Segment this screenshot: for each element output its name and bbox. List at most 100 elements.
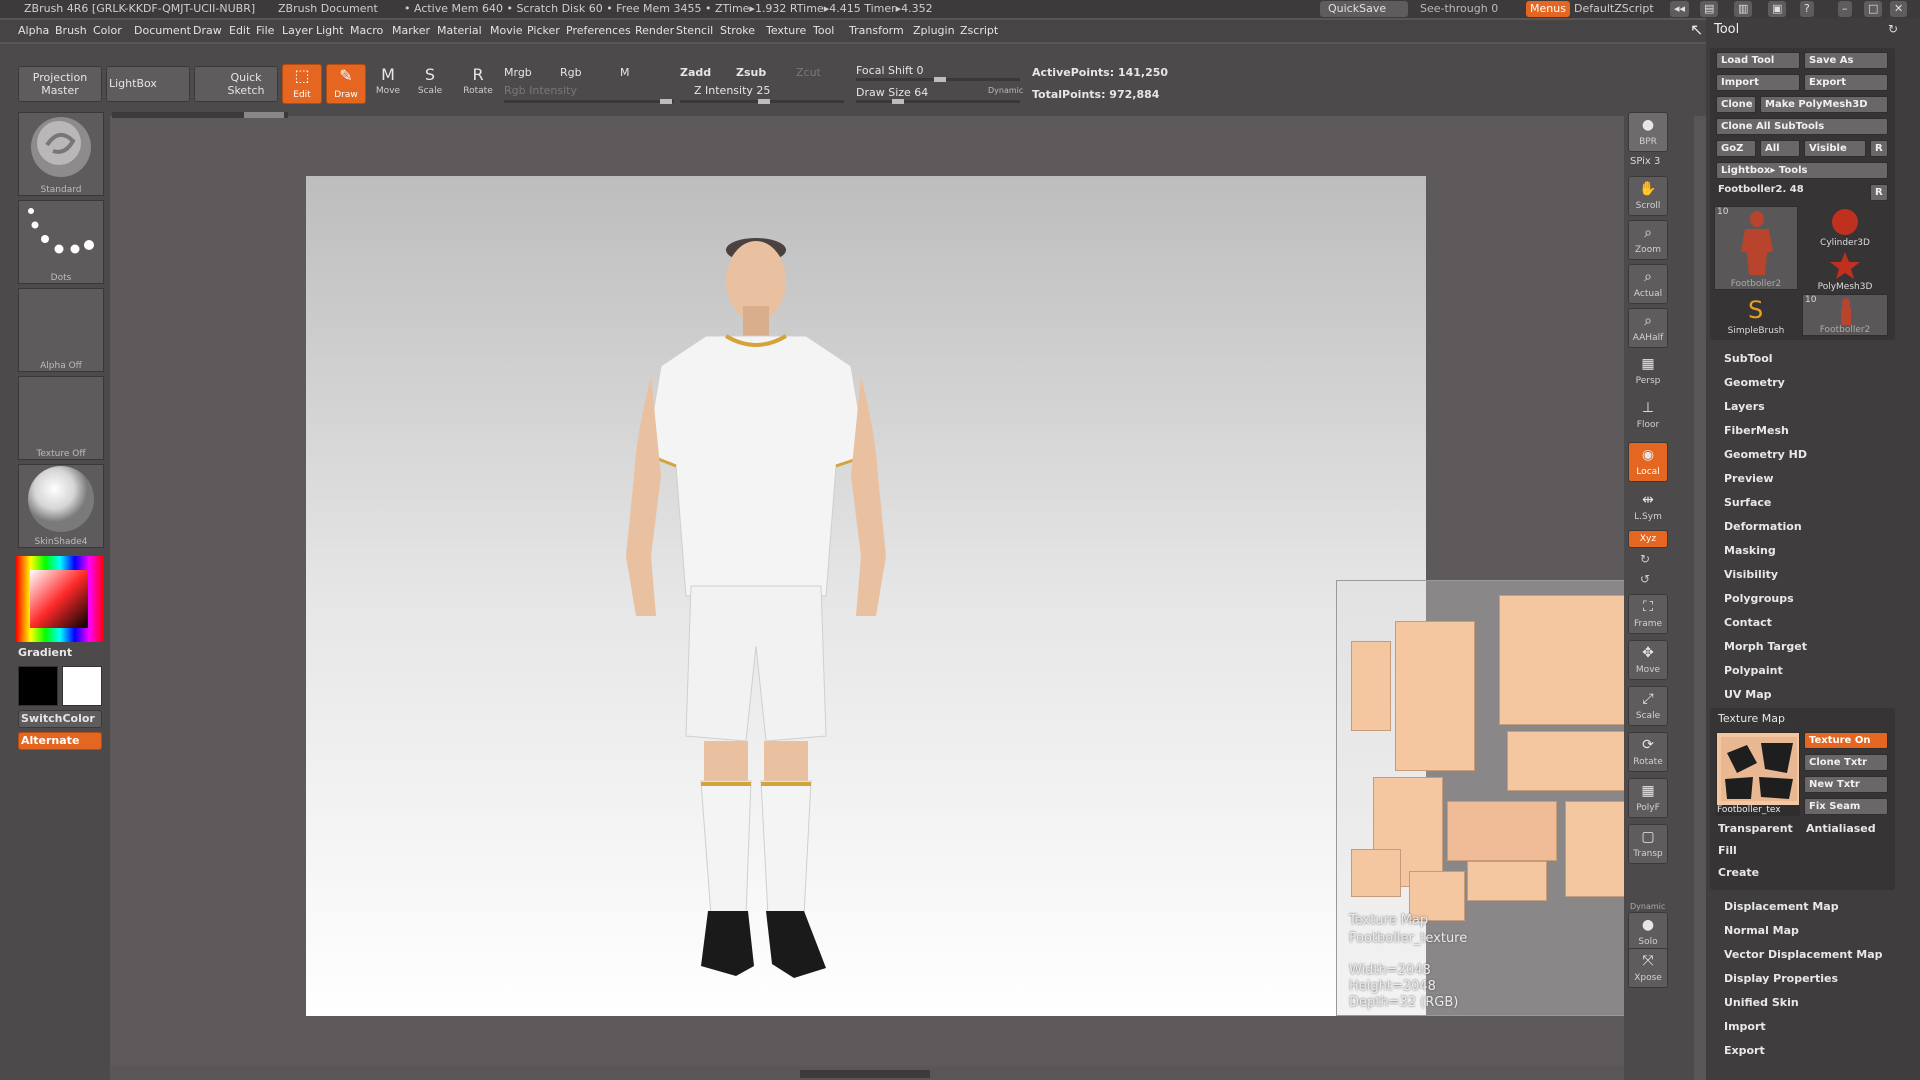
menu-transform[interactable]: Transform	[849, 20, 904, 42]
secondary-color-swatch[interactable]	[62, 666, 102, 706]
actual-button[interactable]: ⌕ Actual	[1628, 264, 1668, 304]
alpha-thumbnail[interactable]: Alpha Off	[18, 288, 104, 372]
local-button[interactable]: ◉ Local	[1628, 442, 1668, 482]
layout-icon[interactable]: ◂◂	[1670, 1, 1690, 17]
lightbox-button[interactable]: LightBox	[106, 66, 190, 102]
quicksave-button[interactable]: QuickSave	[1320, 1, 1408, 17]
export-tool-button[interactable]: Export	[1804, 74, 1888, 91]
polygroups-menu[interactable]: Polygroups	[1724, 592, 1794, 605]
texture-on-button[interactable]: Texture On	[1804, 732, 1888, 749]
persp-button[interactable]: ▦ Persp	[1628, 352, 1668, 392]
clone-button[interactable]: Clone	[1716, 96, 1756, 113]
import-menu[interactable]: Import	[1724, 1020, 1766, 1033]
rotate-button[interactable]: R Rotate	[458, 64, 498, 108]
fix-seam-button[interactable]: Fix Seam	[1804, 798, 1888, 815]
save-as-button[interactable]: Save As	[1804, 52, 1888, 69]
menu-brush[interactable]: Brush	[55, 20, 87, 42]
lsym-button[interactable]: ⇹ L.Sym	[1628, 488, 1668, 528]
frame-button[interactable]: ⛶ Frame	[1628, 594, 1668, 634]
clone-all-subtools-button[interactable]: Clone All SubTools	[1716, 118, 1888, 135]
menu-texture[interactable]: Texture	[766, 20, 806, 42]
zsub-button[interactable]: Zsub	[736, 66, 766, 79]
menu-draw[interactable]: Draw	[193, 20, 222, 42]
lightbox-tools-button[interactable]: Lightbox▸ Tools	[1716, 162, 1888, 179]
see-through-slider[interactable]: See-through 0	[1420, 0, 1498, 18]
horizontal-scrollbar[interactable]	[112, 112, 288, 118]
menu-light[interactable]: Light	[316, 20, 343, 42]
spix-slider[interactable]: SPix 3	[1630, 156, 1660, 167]
gradient-label[interactable]: Gradient	[18, 646, 72, 659]
tool-palette-title[interactable]: Tool	[1714, 22, 1739, 37]
rgb-intensity-slider[interactable]: Rgb Intensity	[504, 84, 577, 97]
rgb-button[interactable]: Rgb	[560, 66, 582, 79]
projection-master-button[interactable]: Projection Master	[18, 66, 102, 102]
dynamic-toggle[interactable]: Dynamic	[988, 86, 1023, 95]
menu-stencil[interactable]: Stencil	[676, 20, 713, 42]
menu-tool[interactable]: Tool	[813, 20, 834, 42]
draw-size-slider[interactable]: Draw Size 64	[856, 86, 928, 99]
material-thumbnail[interactable]: SkinShade4	[18, 464, 104, 548]
goz-visible-button[interactable]: Visible	[1804, 140, 1866, 157]
rotate-z-icon[interactable]: ↺	[1640, 572, 1650, 586]
scale-button[interactable]: S Scale	[410, 64, 450, 108]
menu-macro[interactable]: Macro	[350, 20, 383, 42]
tool-thumb-footboller2-b[interactable]: 10 Footboller2	[1802, 294, 1888, 336]
contact-menu[interactable]: Contact	[1724, 616, 1772, 629]
menu-movie[interactable]: Movie	[490, 20, 523, 42]
vector-displacement-map-menu[interactable]: Vector Displacement Map	[1724, 948, 1883, 961]
scale-view-button[interactable]: ⤢ Scale	[1628, 686, 1668, 726]
fill-menu[interactable]: Fill	[1718, 844, 1737, 857]
geometry-menu[interactable]: Geometry	[1724, 376, 1785, 389]
menu-marker[interactable]: Marker	[392, 20, 430, 42]
menu-zplugin[interactable]: Zplugin	[913, 20, 955, 42]
focal-shift-slider[interactable]: Focal Shift 0	[856, 64, 924, 77]
rotate-view-button[interactable]: ⟳ Rotate	[1628, 732, 1668, 772]
layers-menu[interactable]: Layers	[1724, 400, 1765, 413]
export-menu[interactable]: Export	[1724, 1044, 1765, 1057]
transp-button[interactable]: ▢ Transp	[1628, 824, 1668, 864]
current-tool-slider[interactable]: Footboller2. 48	[1718, 184, 1804, 195]
bpr-button[interactable]: ● BPR	[1628, 112, 1668, 152]
menu-color[interactable]: Color	[93, 20, 122, 42]
quick-sketch-button[interactable]: Quick Sketch	[194, 66, 278, 102]
draw-button[interactable]: ✎ Draw	[326, 64, 366, 104]
xpose-button[interactable]: ⤧ Xpose	[1628, 948, 1668, 988]
main-color-swatch[interactable]	[18, 666, 58, 706]
close-icon[interactable]: ✕	[1890, 1, 1908, 17]
transparent-toggle[interactable]: Transparent	[1718, 822, 1793, 835]
solo-button[interactable]: ● Solo	[1628, 912, 1668, 952]
polyf-button[interactable]: ▦ PolyF	[1628, 778, 1668, 818]
subtool-menu[interactable]: SubTool	[1724, 352, 1773, 365]
preview-menu[interactable]: Preview	[1724, 472, 1774, 485]
layout-icon[interactable]: ▥	[1734, 1, 1753, 17]
bottom-tray-handle[interactable]	[800, 1070, 930, 1078]
focal-shift-track[interactable]	[856, 77, 1020, 82]
move-view-button[interactable]: ✥ Move	[1628, 640, 1668, 680]
aahalf-button[interactable]: ⌕ AAHalf	[1628, 308, 1668, 348]
masking-menu[interactable]: Masking	[1724, 544, 1776, 557]
menu-layer[interactable]: Layer	[282, 20, 313, 42]
layout-icon[interactable]: ▤	[1700, 1, 1719, 17]
default-zscript-button[interactable]: DefaultZScript	[1574, 0, 1654, 18]
goz-button[interactable]: GoZ	[1716, 140, 1756, 157]
tool-thumb-polymesh3d[interactable]: PolyMesh3D	[1800, 250, 1890, 292]
switchcolor-button[interactable]: SwitchColor	[18, 710, 102, 728]
edit-button[interactable]: ⬚ Edit	[282, 64, 322, 104]
fibermesh-menu[interactable]: FiberMesh	[1724, 424, 1789, 437]
load-tool-button[interactable]: Load Tool	[1716, 52, 1800, 69]
maximize-icon[interactable]: □	[1864, 1, 1883, 17]
deformation-menu[interactable]: Deformation	[1724, 520, 1802, 533]
visibility-menu[interactable]: Visibility	[1724, 568, 1778, 581]
texture-map-title[interactable]: Texture Map	[1718, 712, 1785, 725]
geometry-hd-menu[interactable]: Geometry HD	[1724, 448, 1807, 461]
minimize-icon[interactable]: –	[1838, 1, 1852, 17]
floor-button[interactable]: ⊥ Floor	[1628, 396, 1668, 436]
zcut-button[interactable]: Zcut	[796, 66, 821, 79]
texture-thumbnail[interactable]: Texture Off	[18, 376, 104, 460]
tool-thumb-simplebrush[interactable]: S SimpleBrush	[1714, 294, 1798, 336]
surface-menu[interactable]: Surface	[1724, 496, 1771, 509]
goz-all-button[interactable]: All	[1760, 140, 1800, 157]
clone-txtr-button[interactable]: Clone Txtr	[1804, 754, 1888, 771]
unified-skin-menu[interactable]: Unified Skin	[1724, 996, 1799, 1009]
m-button[interactable]: M	[620, 66, 630, 79]
